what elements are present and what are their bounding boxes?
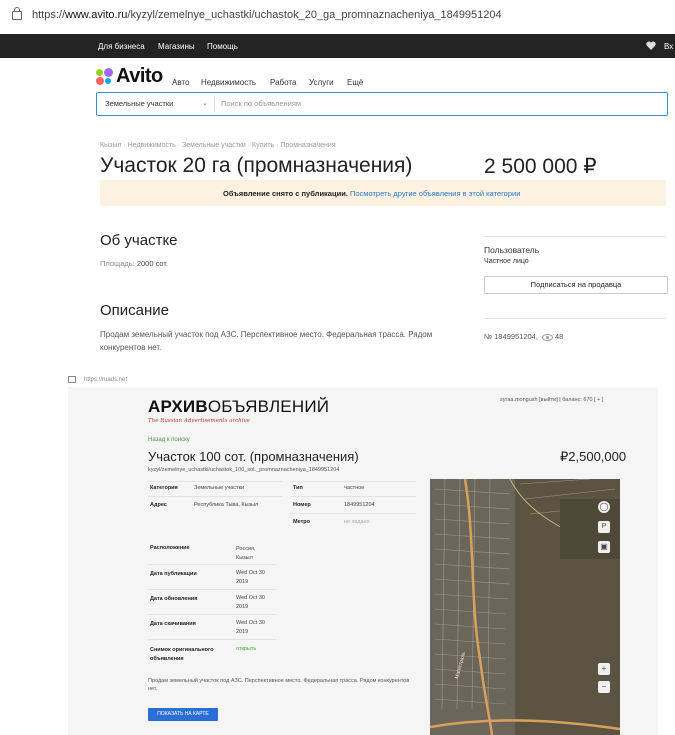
seller-name[interactable]: Пользователь — [484, 245, 539, 255]
table-row: Дата публикации — [150, 571, 197, 577]
divider — [148, 481, 282, 482]
table-cell: Wed Oct 30 2019 — [236, 620, 265, 635]
table-cell: Wed Oct 30 2019 — [236, 570, 265, 585]
nav-realty[interactable]: Недвижимость — [201, 78, 256, 87]
parking-icon[interactable]: P — [598, 521, 610, 533]
archive-description: Продам земельный участок под АЗС. Перспе… — [148, 678, 410, 692]
description-heading: Описание — [100, 302, 170, 319]
nav-more[interactable]: Ещё — [347, 78, 363, 87]
subscribe-button[interactable]: Подписаться на продавца — [484, 276, 668, 294]
page-title: Участок 20 га (промназначения) — [100, 154, 413, 177]
notice-text: Объявление снято с публикации. — [223, 189, 348, 198]
breadcrumb[interactable]: Кызыл · Недвижимость · Земельные участки… — [100, 142, 336, 149]
area-row: Площадь: 2000 сот. — [100, 259, 168, 268]
table-row: Снимок оригинального объявления — [150, 647, 214, 662]
lock-icon — [68, 376, 76, 383]
search-divider — [214, 96, 215, 112]
nav-link-business[interactable]: Для бизнеса — [98, 42, 145, 51]
back-link[interactable]: Назад к поиску — [148, 437, 190, 443]
table-row: Номер — [293, 502, 311, 508]
divider — [290, 481, 416, 482]
map-imagery: Магистраль — [430, 479, 620, 735]
top-utility-bar: Для бизнеса Магазины Помощь Вх — [0, 34, 675, 58]
removed-notice: Объявление снято с публикации. Посмотрет… — [100, 180, 666, 206]
seller-type: Частное лицо — [484, 258, 529, 265]
table-row: Расположение — [150, 545, 190, 551]
ad-number: № 1849951204, — [484, 332, 538, 341]
listing-price: 2 500 000 ₽ — [484, 155, 597, 178]
user-info[interactable]: syraa.mongush [выйти] | баланс: 670 [ + … — [500, 397, 603, 403]
area-value: 2000 сот. — [136, 259, 169, 268]
nav-auto[interactable]: Авто — [172, 78, 189, 87]
eye-icon — [541, 333, 553, 341]
divider — [484, 236, 666, 237]
show-on-map-button[interactable]: ПОКАЗАТЬ НА КАРТЕ — [148, 708, 218, 721]
divider — [148, 589, 276, 590]
divider — [290, 513, 416, 514]
divider — [148, 496, 282, 497]
nav-jobs[interactable]: Работа — [270, 78, 296, 87]
table-cell: 1849951204 — [344, 502, 375, 508]
table-cell: Земельные участки — [194, 485, 245, 491]
divider — [148, 614, 276, 615]
table-row: Тип — [293, 485, 303, 491]
area-label: Площадь: — [100, 259, 135, 268]
table-cell: Россия, Кызыл — [236, 546, 256, 561]
table-row: Дата обновления — [150, 596, 198, 602]
nav-services[interactable]: Услуги — [309, 78, 334, 87]
avito-logo-text: Avito — [116, 65, 163, 87]
views-count: 48 — [554, 332, 564, 341]
browser-url-bar[interactable]: https://www.avito.ru/kyzyl/zemelnye_ucha… — [0, 0, 675, 32]
table-cell: Республика Тыва, Кызыл — [194, 502, 259, 508]
divider — [290, 496, 416, 497]
nav-link-help[interactable]: Помощь — [207, 42, 238, 51]
satellite-map[interactable]: Магистраль ◯ P ▣ + − — [430, 479, 620, 735]
description-text: Продам земельный участок под АЗС. Перспе… — [100, 330, 433, 352]
zoom-out-button[interactable]: − — [598, 681, 610, 693]
ad-meta: № 1849951204, 48 — [484, 332, 563, 341]
url-text-2[interactable]: https://ruads.net — [84, 377, 127, 383]
archive-title: Участок 100 сот. (промназначения) — [148, 449, 359, 464]
archive-url: kyzyl/zemelnye_uchastki/uchastok_100_sot… — [148, 467, 340, 473]
table-row: Категория — [150, 485, 178, 491]
search-input[interactable]: Поиск по объявлениям — [221, 99, 301, 108]
archive-tagline: The Russian Advertisements archive — [148, 418, 250, 424]
table-row: Метро — [293, 519, 310, 525]
avito-logo-dots-icon — [96, 68, 114, 86]
url-text[interactable]: https://www.avito.ru/kyzyl/zemelnye_ucha… — [32, 9, 502, 21]
snapshot-link[interactable]: открыть — [236, 646, 256, 652]
nav-link-shops[interactable]: Магазины — [158, 42, 195, 51]
table-row: Адрес — [150, 502, 167, 508]
bus-icon[interactable]: ▣ — [598, 541, 610, 553]
search-bar: Земельные участки ⌄ Поиск по объявлениям — [96, 92, 668, 116]
archive-logo[interactable]: АРХИВОБЪЯВЛЕНИЙ — [148, 397, 329, 417]
compass-icon[interactable]: ◯ — [598, 501, 610, 513]
archive-price: ₽2,500,000 — [560, 449, 627, 464]
chevron-down-icon[interactable]: ⌄ — [202, 99, 208, 107]
table-cell: не задано — [344, 519, 370, 525]
browser-url-bar-2[interactable]: https://ruads.net — [68, 376, 127, 383]
login-link[interactable]: Вх — [664, 42, 673, 51]
table-row: Дата скачивания — [150, 621, 196, 627]
table-cell: частное — [344, 485, 365, 491]
heart-icon[interactable] — [646, 41, 656, 50]
category-select[interactable]: Земельные участки — [105, 99, 173, 108]
divider — [148, 639, 276, 640]
divider — [148, 564, 276, 565]
notice-link[interactable]: Посмотреть другие объявления в этой кате… — [350, 189, 520, 198]
about-heading: Об участке — [100, 232, 178, 249]
table-cell: Wed Oct 30 2019 — [236, 595, 265, 610]
zoom-in-button[interactable]: + — [598, 663, 610, 675]
divider — [484, 318, 666, 319]
lock-icon — [12, 7, 22, 20]
